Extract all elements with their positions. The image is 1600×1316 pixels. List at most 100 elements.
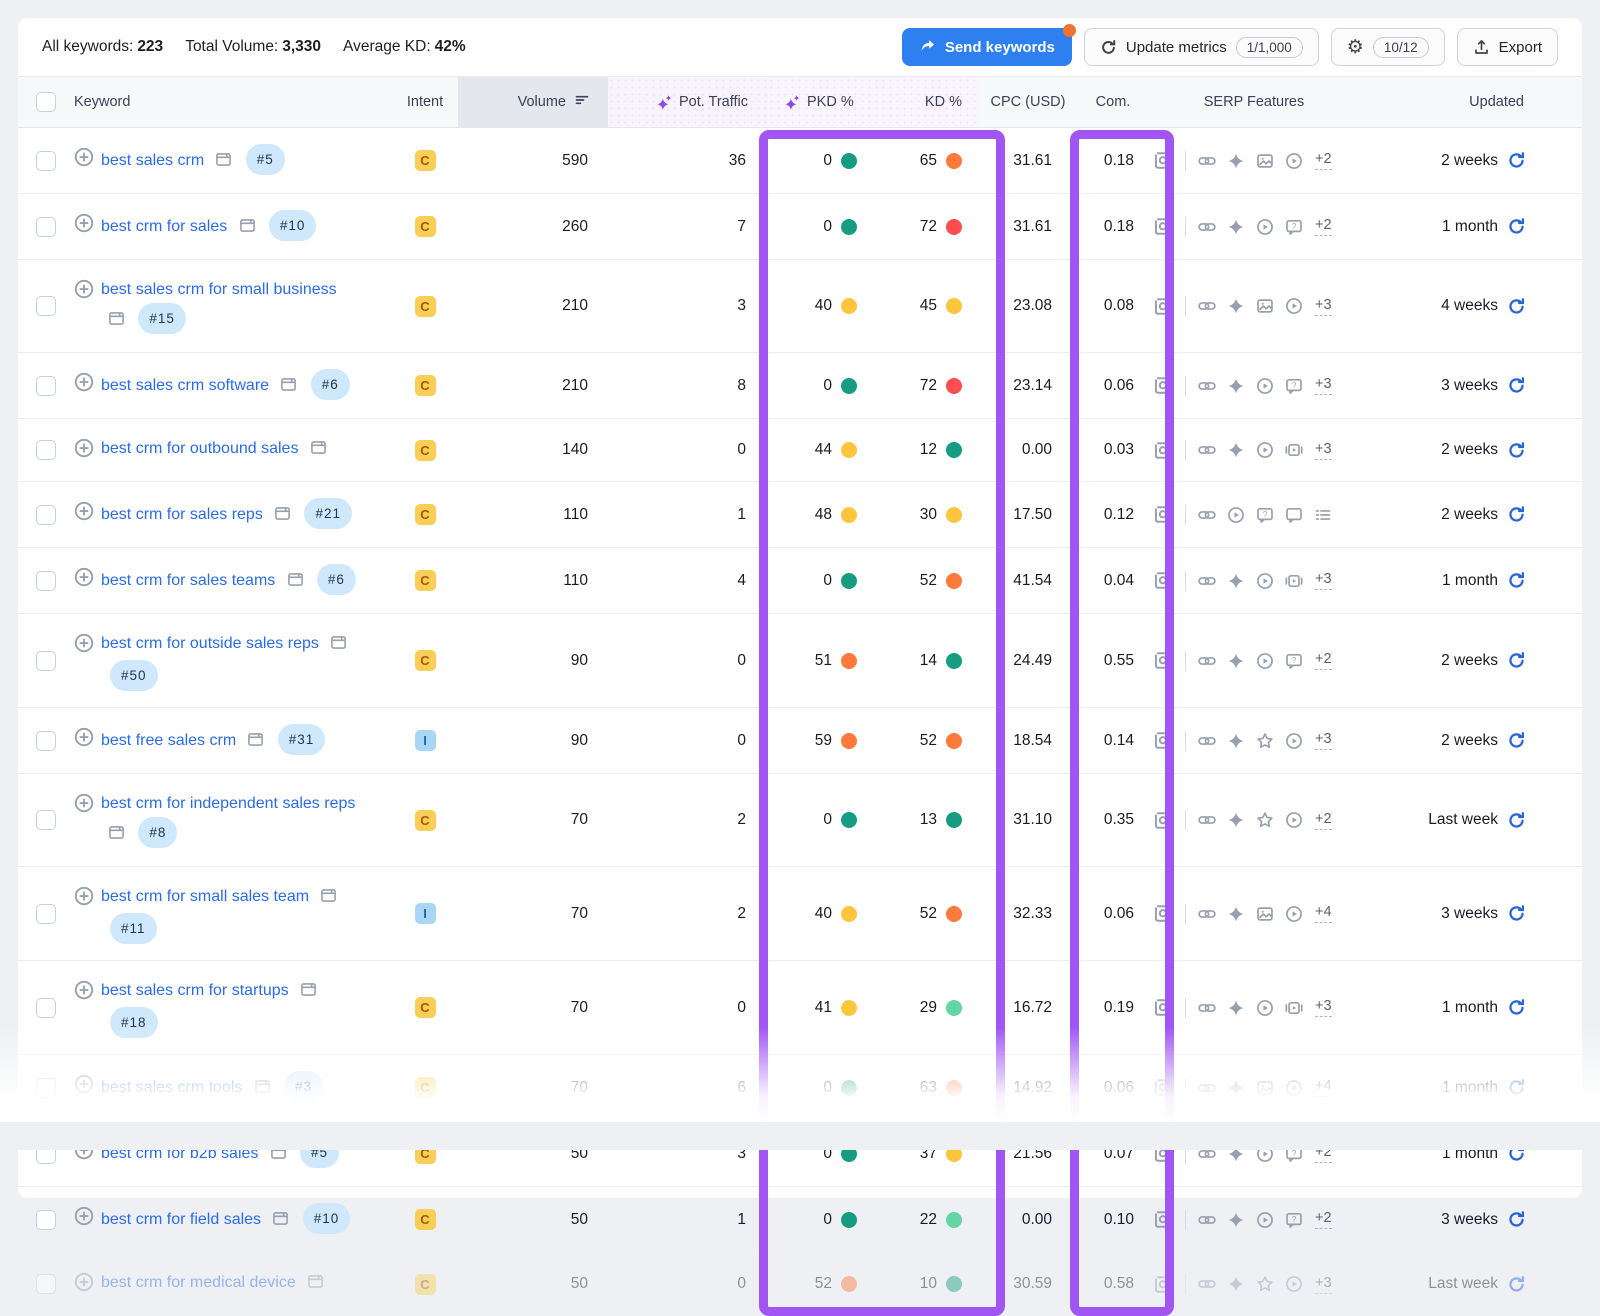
add-keyword-icon[interactable] [74,727,94,747]
row-checkbox[interactable] [36,810,56,830]
serp-preview-icon[interactable] [254,1077,271,1104]
row-checkbox[interactable] [36,998,56,1018]
select-all-checkbox[interactable] [36,92,56,112]
refresh-metrics-icon[interactable] [1507,297,1526,316]
keyword-link[interactable]: best sales crm for startups [101,982,289,999]
serp-preview-icon[interactable] [320,886,337,913]
serp-more-link[interactable]: +4 [1315,904,1332,923]
serp-preview-icon[interactable] [215,150,232,177]
keyword-link[interactable]: best crm for sales reps [101,506,263,523]
send-keywords-button[interactable]: Send keywords [902,28,1072,66]
add-keyword-icon[interactable] [74,213,94,233]
keyword-link[interactable]: best crm for small sales team [101,888,309,905]
add-keyword-icon[interactable] [74,886,94,906]
row-checkbox[interactable] [36,904,56,924]
serp-more-link[interactable]: +3 [1315,998,1332,1017]
refresh-metrics-icon[interactable] [1507,217,1526,236]
refresh-metrics-icon[interactable] [1507,1210,1526,1229]
refresh-metrics-icon[interactable] [1507,1275,1526,1294]
row-checkbox[interactable] [36,571,56,591]
add-keyword-icon[interactable] [74,438,94,458]
serp-snapshot-icon[interactable] [1152,150,1173,171]
serp-more-link[interactable]: +2 [1315,217,1332,236]
refresh-metrics-icon[interactable] [1507,151,1526,170]
add-keyword-icon[interactable] [74,567,94,587]
keyword-link[interactable]: best free sales crm [101,732,236,749]
serp-preview-icon[interactable] [108,823,125,850]
row-checkbox[interactable] [36,651,56,671]
add-keyword-icon[interactable] [74,279,94,299]
add-keyword-icon[interactable] [74,1272,94,1292]
update-metrics-button[interactable]: Update metrics 1/1,000 [1084,28,1319,66]
serp-more-link[interactable]: +3 [1315,297,1332,316]
row-checkbox[interactable] [36,1078,56,1098]
serp-snapshot-icon[interactable] [1152,296,1173,317]
row-checkbox[interactable] [36,440,56,460]
serp-snapshot-icon[interactable] [1152,216,1173,237]
serp-snapshot-icon[interactable] [1152,375,1173,396]
keyword-link[interactable]: best sales crm software [101,377,269,394]
add-keyword-icon[interactable] [74,793,94,813]
serp-preview-icon[interactable] [307,1272,324,1299]
keyword-link[interactable]: best crm for medical device [101,1274,296,1291]
refresh-metrics-icon[interactable] [1507,571,1526,590]
refresh-metrics-icon[interactable] [1507,505,1526,524]
serp-preview-icon[interactable] [280,375,297,402]
serp-preview-icon[interactable] [108,309,125,336]
add-keyword-icon[interactable] [74,501,94,521]
row-checkbox[interactable] [36,151,56,171]
row-checkbox[interactable] [36,296,56,316]
serp-preview-icon[interactable] [272,1209,289,1236]
add-keyword-icon[interactable] [74,147,94,167]
row-checkbox[interactable] [36,1144,56,1164]
add-keyword-icon[interactable] [74,1074,94,1094]
refresh-metrics-icon[interactable] [1507,731,1526,750]
serp-more-link[interactable]: +4 [1315,1078,1332,1097]
serp-more-link[interactable]: +2 [1315,1210,1332,1229]
refresh-metrics-icon[interactable] [1507,651,1526,670]
column-header-volume[interactable]: Volume [458,77,608,127]
serp-preview-icon[interactable] [239,216,256,243]
serp-snapshot-icon[interactable] [1152,650,1173,671]
add-keyword-icon[interactable] [74,1140,94,1160]
serp-snapshot-icon[interactable] [1152,504,1173,525]
row-checkbox[interactable] [36,731,56,751]
serp-preview-icon[interactable] [300,980,317,1007]
serp-snapshot-icon[interactable] [1152,1143,1173,1164]
serp-more-link[interactable]: +3 [1315,441,1332,460]
serp-more-link[interactable]: +3 [1315,376,1332,395]
serp-snapshot-icon[interactable] [1152,810,1173,831]
keyword-link[interactable]: best crm for field sales [101,1211,261,1228]
keyword-link[interactable]: best crm for independent sales reps [101,795,355,812]
serp-preview-icon[interactable] [287,570,304,597]
serp-snapshot-icon[interactable] [1152,903,1173,924]
serp-more-link[interactable]: +3 [1315,731,1332,750]
serp-more-link[interactable]: +3 [1315,1275,1332,1294]
row-checkbox[interactable] [36,505,56,525]
keyword-link[interactable]: best crm for sales teams [101,572,275,589]
serp-more-link[interactable]: +2 [1315,1144,1332,1163]
keyword-link[interactable]: best sales crm for small business [101,281,337,298]
add-keyword-icon[interactable] [74,1206,94,1226]
refresh-metrics-icon[interactable] [1507,441,1526,460]
keyword-link[interactable]: best sales crm [101,152,204,169]
keyword-link[interactable]: best crm for outside sales reps [101,635,319,652]
serp-snapshot-icon[interactable] [1152,1274,1173,1295]
keyword-link[interactable]: best crm for b2b sales [101,1145,258,1162]
serp-preview-icon[interactable] [274,504,291,531]
serp-preview-icon[interactable] [330,633,347,660]
serp-preview-icon[interactable] [247,730,264,757]
refresh-metrics-icon[interactable] [1507,1144,1526,1163]
row-checkbox[interactable] [36,1274,56,1294]
serp-more-link[interactable]: +2 [1315,651,1332,670]
serp-snapshot-icon[interactable] [1152,570,1173,591]
export-button[interactable]: Export [1457,28,1558,66]
serp-snapshot-icon[interactable] [1152,1077,1173,1098]
refresh-metrics-icon[interactable] [1507,998,1526,1017]
refresh-metrics-icon[interactable] [1507,904,1526,923]
serp-snapshot-icon[interactable] [1152,440,1173,461]
serp-preview-icon[interactable] [310,438,327,465]
row-checkbox[interactable] [36,1210,56,1230]
row-checkbox[interactable] [36,217,56,237]
row-checkbox[interactable] [36,376,56,396]
